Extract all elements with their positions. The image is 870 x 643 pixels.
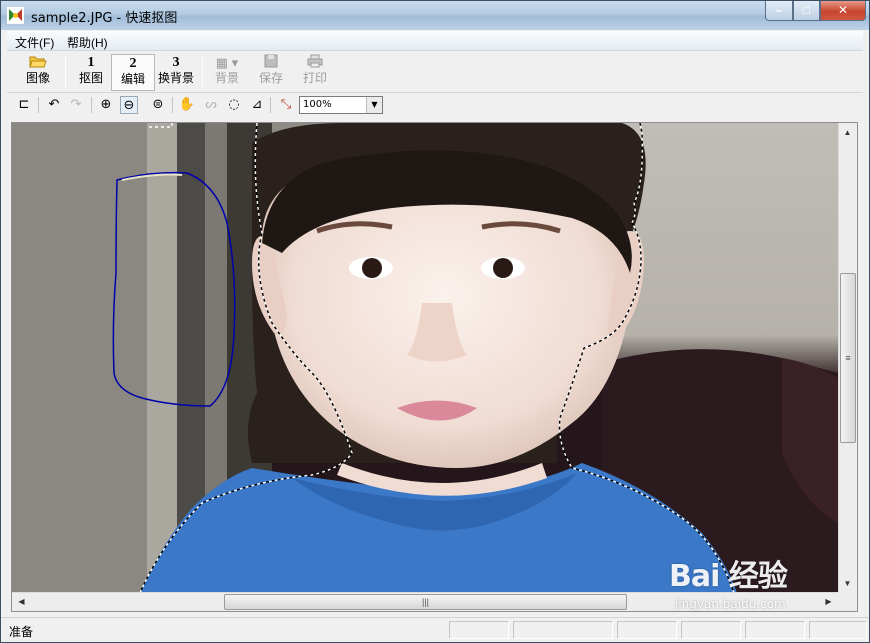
minimize-icon: –: [775, 3, 783, 17]
scrollbar-corner: [838, 592, 857, 611]
image-button-label: 图像: [25, 71, 50, 85]
vertical-scrollbar[interactable]: ▲ ≡ ▼: [838, 123, 857, 593]
status-pane: [681, 621, 741, 639]
undo-button[interactable]: ↶: [45, 96, 63, 114]
status-pane: [617, 621, 677, 639]
close-icon: ✕: [837, 3, 849, 17]
undo-icon: ↶: [48, 97, 60, 112]
step-change-background-label: 换背景: [157, 71, 194, 85]
app-icon: [7, 7, 24, 24]
print-button[interactable]: 打印: [295, 54, 335, 91]
main-toolbar: 图像 1 抠图 2 编辑 3 换背景 ▦ ▾ 背景 保存 打印: [7, 52, 863, 93]
watermark-url: jingyan.baidu.com: [675, 597, 786, 611]
hand-tool-button[interactable]: ✋: [178, 96, 196, 114]
toolbar-separator: [202, 56, 203, 88]
toolbar-separator: [91, 97, 92, 113]
step-cutout-number: 1: [87, 55, 95, 70]
background-grid-icon: ▦ ▾: [215, 55, 239, 70]
scroll-down-arrow[interactable]: ▼: [839, 575, 856, 592]
toolbar-separator: [38, 97, 39, 113]
ellipse-icon: ◌: [228, 97, 240, 112]
image-canvas[interactable]: ▲ ≡ ▼ ◀ ||| ▶: [11, 122, 858, 612]
toolbar-separator: [65, 56, 66, 88]
zoom-out-icon: ⊖: [123, 98, 135, 113]
image-button[interactable]: 图像: [13, 54, 63, 91]
scroll-up-arrow[interactable]: ▲: [839, 124, 856, 141]
background-button[interactable]: ▦ ▾ 背景: [207, 54, 247, 91]
step-cutout-label: 抠图: [78, 71, 103, 85]
hand-icon: ✋: [178, 97, 196, 112]
edit-toolbar: ⊏ ↶ ↷ ⊕ ⊖ ⊜ ✋ ᔕ ◌ ⊿ ⤡ 100% ▼: [7, 94, 863, 116]
edge-icon: ⤡: [280, 97, 292, 112]
step-edit-label: 编辑: [120, 72, 145, 86]
polygon-icon: ⊿: [251, 97, 263, 112]
step-change-background-button[interactable]: 3 换背景: [153, 54, 199, 91]
frame-icon: ⊏: [18, 97, 30, 112]
maximize-icon: □: [802, 3, 811, 17]
save-button-label: 保存: [258, 71, 283, 85]
zoom-in-button[interactable]: ⊕: [97, 96, 115, 114]
watermark-logo: Bai 经验: [669, 559, 788, 594]
zoom-in-icon: ⊕: [100, 97, 112, 112]
print-button-label: 打印: [302, 71, 327, 85]
folder-open-icon: [13, 54, 63, 71]
toolbar-separator: [270, 97, 271, 113]
status-bar: 准备: [1, 617, 869, 642]
horizontal-scroll-thumb[interactable]: |||: [224, 594, 627, 610]
fit-window-icon: ⊜: [152, 97, 164, 112]
lasso-icon: ᔕ: [205, 97, 217, 112]
edge-tool-button[interactable]: ⤡: [277, 96, 295, 114]
menu-file[interactable]: 文件(F): [15, 34, 54, 51]
maximize-button[interactable]: □: [793, 1, 820, 21]
status-pane: [809, 621, 867, 639]
redo-icon: ↷: [70, 97, 82, 112]
status-pane: [449, 621, 509, 639]
frame-tool-button[interactable]: ⊏: [15, 96, 33, 114]
chevron-down-icon[interactable]: ▼: [366, 97, 382, 113]
app-window: sample2.JPG - 快速抠图 – □ ✕ 文件(F) 帮助(H) 图像 …: [0, 0, 870, 643]
save-button[interactable]: 保存: [251, 54, 291, 91]
status-pane: [513, 621, 613, 639]
menu-help[interactable]: 帮助(H): [67, 34, 108, 51]
step-change-background-number: 3: [172, 55, 180, 70]
status-pane: [745, 621, 805, 639]
zoom-select[interactable]: 100% ▼: [299, 96, 383, 114]
status-text: 准备: [9, 625, 34, 639]
window-title: sample2.JPG - 快速抠图: [31, 11, 178, 26]
close-button[interactable]: ✕: [820, 1, 866, 21]
vertical-scroll-thumb[interactable]: ≡: [840, 273, 856, 443]
redo-button[interactable]: ↷: [67, 96, 85, 114]
step-edit-button[interactable]: 2 编辑: [111, 54, 155, 91]
minimize-button[interactable]: –: [765, 1, 793, 21]
title-bar[interactable]: sample2.JPG - 快速抠图 – □ ✕: [1, 1, 869, 30]
zoom-out-button[interactable]: ⊖: [120, 96, 138, 114]
fit-to-window-button[interactable]: ⊜: [149, 96, 167, 114]
polygon-select-button[interactable]: ⊿: [248, 96, 266, 114]
background-button-label: 背景: [214, 71, 239, 85]
printer-icon: [295, 54, 335, 71]
save-disk-icon: [251, 54, 291, 71]
menu-bar: 文件(F) 帮助(H): [7, 31, 863, 51]
ellipse-select-button[interactable]: ◌: [225, 96, 243, 114]
photo-image[interactable]: [12, 123, 838, 593]
step-cutout-button[interactable]: 1 抠图: [69, 54, 113, 91]
toolbar-separator: [172, 97, 173, 113]
scroll-left-arrow[interactable]: ◀: [13, 593, 30, 610]
lasso-tool-button[interactable]: ᔕ: [202, 96, 220, 114]
baidu-jingyan-watermark: Bai 经验 jingyan.baidu.com: [669, 551, 829, 619]
step-edit-number: 2: [129, 56, 137, 71]
zoom-value: 100%: [303, 99, 332, 110]
